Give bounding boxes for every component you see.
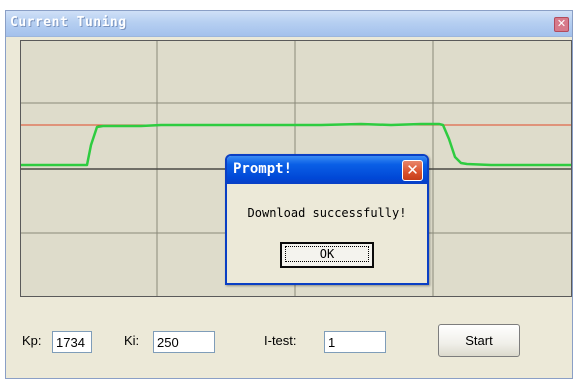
ki-label: Ki:	[124, 333, 140, 348]
window-title: Current Tuning	[10, 15, 127, 30]
window-close-icon[interactable]: ✕	[554, 17, 569, 32]
ki-input[interactable]: 250	[153, 331, 215, 353]
dialog-title: Prompt!	[233, 161, 293, 177]
dialog-titlebar[interactable]: Prompt! ✕	[227, 156, 427, 184]
itest-input[interactable]: 1	[324, 331, 386, 353]
prompt-dialog: Prompt! ✕ Download successfully! OK	[225, 154, 429, 285]
ok-button-label: OK	[284, 246, 370, 262]
dialog-message: Download successfully!	[247, 206, 407, 220]
ok-button[interactable]: OK	[280, 242, 374, 268]
dialog-close-icon[interactable]: ✕	[402, 160, 423, 181]
kp-label: Kp:	[22, 333, 42, 348]
kp-input[interactable]: 1734	[52, 331, 92, 353]
start-button[interactable]: Start	[438, 324, 520, 357]
window-titlebar[interactable]: Current Tuning ✕	[6, 11, 572, 37]
itest-label: I-test:	[264, 333, 297, 348]
